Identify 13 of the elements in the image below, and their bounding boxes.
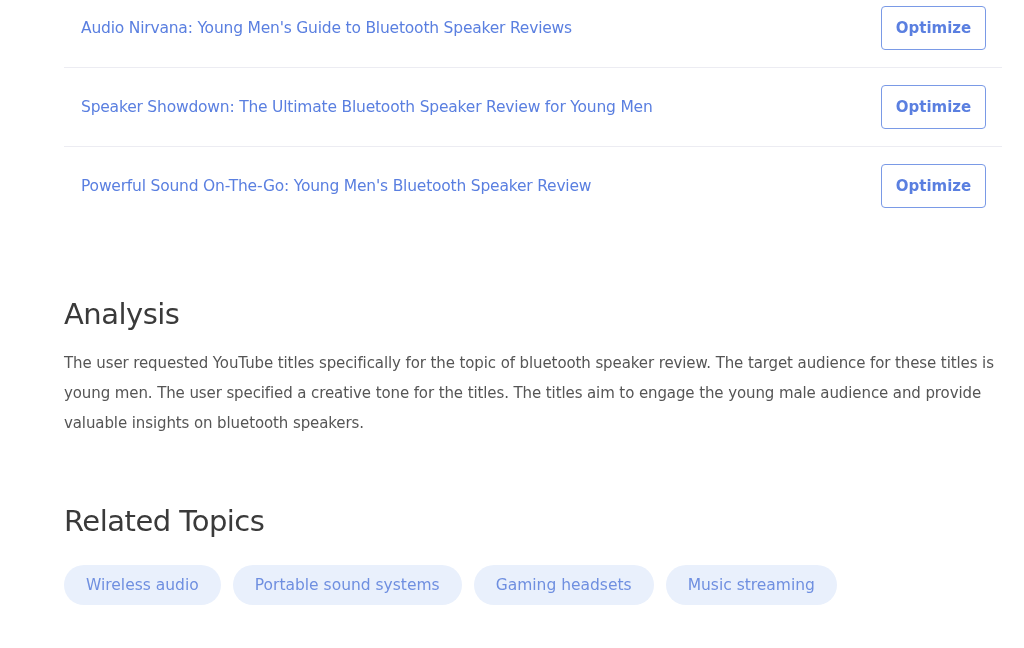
- section-heading: Analysis: [64, 297, 181, 331]
- title-link[interactable]: Speaker Showdown: The Ultimate Bluetooth Speaker Review for Young Men: [81, 98, 653, 116]
- optimize-button[interactable]: Optimize: [881, 6, 986, 50]
- title-link[interactable]: Audio Nirvana: Young Men's Guide to Bluetooth Speaker Reviews: [81, 19, 572, 37]
- title-link[interactable]: Powerful Sound On-The-Go: Young Men's Bluetooth Speaker Review: [81, 177, 592, 195]
- topic-chip[interactable]: Music streaming: [665, 565, 837, 605]
- optimize-button[interactable]: Optimize: [881, 164, 986, 208]
- section-heading: Related Topics: [64, 504, 266, 538]
- optimize-button[interactable]: Optimize: [881, 85, 986, 129]
- topic-chip[interactable]: Gaming headsets: [473, 565, 654, 605]
- topic-chip[interactable]: Wireless audio: [64, 565, 221, 605]
- analysis-paragraph: The user requested YouTube titles specifically for the topic of bluetooth speaker review. The target audience for these titles is young men. The user specified a creative tone for the titles. The titles aim to engage the young male audience and provide valuable insights on bluetooth speakers.: [64, 353, 995, 434]
- topic-chip[interactable]: Portable sound systems: [232, 565, 462, 605]
